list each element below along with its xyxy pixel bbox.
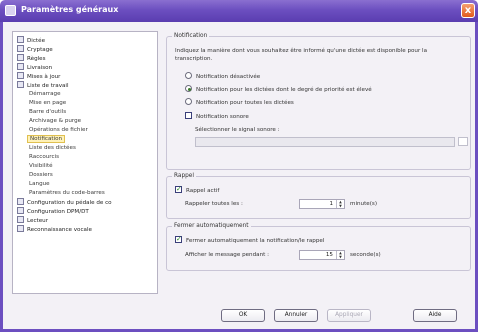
radio-circle bbox=[185, 98, 192, 105]
settings-tree[interactable]: Dictée Cryptage Règles Livraison Mises à… bbox=[12, 31, 158, 294]
tree-item-barre-outils[interactable]: Barre d'outils bbox=[29, 108, 66, 117]
checkbox-box-checked bbox=[175, 235, 182, 243]
ok-button[interactable]: OK bbox=[221, 309, 265, 322]
radio-notification-off[interactable]: Notification désactivée bbox=[185, 72, 260, 81]
tree-item-dpm-dt[interactable]: Configuration DPM/DT bbox=[17, 207, 89, 216]
cancel-button[interactable]: Annuler bbox=[274, 309, 318, 322]
apply-button[interactable]: Appliquer bbox=[327, 309, 371, 322]
radio-notification-high-priority[interactable]: Notification pour les dictées dont le de… bbox=[185, 85, 372, 94]
checkbox-auto-close[interactable]: Fermer automatiquement la notification/l… bbox=[175, 235, 324, 245]
tree-item-pedale[interactable]: Configuration du pédale de co bbox=[17, 198, 112, 207]
close-button[interactable]: x bbox=[461, 3, 475, 18]
window-title: Paramètres généraux bbox=[21, 5, 119, 14]
radio-notification-all[interactable]: Notification pour toutes les dictées bbox=[185, 98, 294, 107]
sound-file-field[interactable] bbox=[195, 137, 455, 147]
tree-item-mise-en-page[interactable]: Mise en page bbox=[29, 99, 66, 108]
globe-icon bbox=[17, 72, 24, 79]
checkbox-box-checked bbox=[175, 185, 182, 193]
app-icon bbox=[5, 5, 16, 16]
tree-item-liste-dictees[interactable]: Liste des dictées bbox=[29, 144, 76, 153]
rappel-group: Rappel Rappel actif Rappeler toutes les … bbox=[166, 173, 471, 219]
tree-item-visibilite[interactable]: Visibilité bbox=[29, 162, 53, 171]
spinner-arrows-icon[interactable]: ▲ ▼ bbox=[336, 251, 344, 259]
tree-item-archivage[interactable]: Archivage & purge bbox=[29, 117, 81, 126]
pedal-icon bbox=[17, 198, 24, 205]
tree-item-demarrage[interactable]: Démarrage bbox=[29, 90, 61, 99]
delivery-icon bbox=[17, 63, 24, 70]
document-icon bbox=[17, 36, 24, 43]
close-icon: x bbox=[464, 5, 472, 16]
dialog-body: Dictée Cryptage Règles Livraison Mises à… bbox=[0, 22, 478, 332]
rappel-unit: minute(s) bbox=[350, 201, 378, 207]
device-icon bbox=[17, 207, 24, 214]
tree-item-livraison[interactable]: Livraison bbox=[17, 63, 52, 72]
tree-item-liste-de-travail[interactable]: Liste de travail bbox=[17, 81, 69, 90]
tree-item-langue[interactable]: Langue bbox=[29, 180, 50, 189]
tree-item-reconnaissance-vocale[interactable]: Reconnaissance vocale bbox=[17, 225, 92, 234]
tree-item-raccourcis[interactable]: Raccourcis bbox=[29, 153, 59, 162]
section-icon bbox=[17, 54, 24, 61]
tree-item-operations-fichier[interactable]: Opérations de fichier bbox=[29, 126, 88, 135]
auto-close-group-title: Fermer automatiquement bbox=[172, 223, 251, 230]
checkbox-rappel-actif[interactable]: Rappel actif bbox=[175, 185, 219, 195]
tree-item-dossiers[interactable]: Dossiers bbox=[29, 171, 53, 180]
tree-item-mises-a-jour[interactable]: Mises à jour bbox=[17, 72, 60, 81]
notification-group: Notification Indiquez la manière dont vo… bbox=[166, 33, 471, 170]
auto-close-unit: seconde(s) bbox=[350, 252, 381, 258]
rappel-interval-label: Rappeler toutes les : bbox=[185, 201, 243, 207]
tree-item-code-barres[interactable]: Paramètres du code-barres bbox=[29, 189, 105, 198]
tree-item-notification[interactable]: Notification bbox=[27, 135, 66, 144]
checkbox-box bbox=[185, 112, 192, 119]
spinner-arrows-icon[interactable]: ▲ ▼ bbox=[336, 200, 344, 208]
radio-circle bbox=[185, 72, 192, 79]
browse-sound-button[interactable] bbox=[458, 137, 468, 146]
tree-item-dictee[interactable]: Dictée bbox=[17, 36, 45, 45]
notification-description: Indiquez la manière dont vous souhaitez … bbox=[175, 48, 428, 62]
help-button[interactable]: Aide bbox=[413, 309, 457, 322]
auto-close-duration-label: Afficher le message pendant : bbox=[185, 252, 269, 258]
checkbox-notification-sonore[interactable]: Notification sonore bbox=[185, 112, 249, 121]
auto-close-duration-spinner[interactable]: 15 ▲ ▼ bbox=[299, 250, 345, 260]
notification-group-title: Notification bbox=[172, 33, 210, 40]
auto-close-group: Fermer automatiquement Fermer automatiqu… bbox=[166, 223, 471, 271]
select-sound-label: Sélectionner le signal sonore : bbox=[195, 127, 280, 133]
lock-icon bbox=[17, 45, 24, 52]
settings-dialog: Paramètres généraux x Dictée Cryptage Rè… bbox=[0, 0, 478, 332]
speech-icon bbox=[17, 225, 24, 232]
player-icon bbox=[17, 216, 24, 223]
rappel-group-title: Rappel bbox=[172, 173, 196, 180]
tree-item-cryptage[interactable]: Cryptage bbox=[17, 45, 53, 54]
tree-item-regles[interactable]: Règles bbox=[17, 54, 46, 63]
rappel-interval-spinner[interactable]: 1 ▲ ▼ bbox=[299, 199, 345, 209]
title-bar[interactable]: Paramètres généraux x bbox=[0, 0, 478, 22]
tree-item-lecteur[interactable]: Lecteur bbox=[17, 216, 48, 225]
radio-circle-selected bbox=[185, 85, 192, 92]
list-icon bbox=[17, 81, 24, 88]
